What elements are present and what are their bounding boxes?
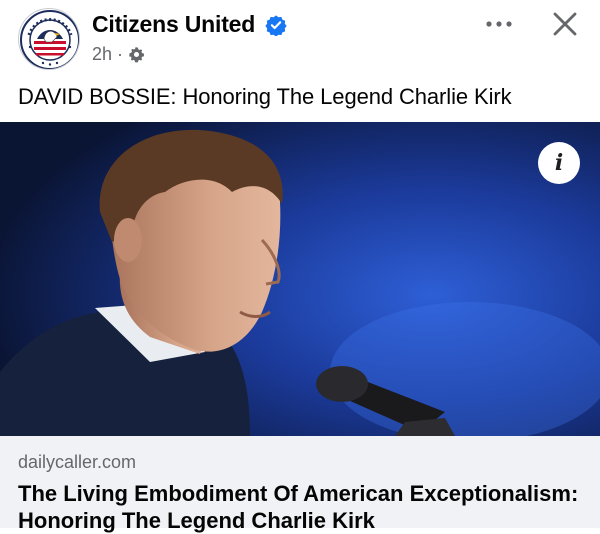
post-header: Citizens United 2h · [0,0,600,80]
page-avatar[interactable] [18,8,80,70]
link-card[interactable]: dailycaller.com The Living Embodiment Of… [0,436,600,533]
post-timestamp[interactable]: 2h [92,44,112,65]
gear-icon[interactable] [128,46,145,63]
verified-badge-icon [265,15,287,36]
link-headline[interactable]: The Living Embodiment Of American Except… [18,480,598,534]
page-name[interactable]: Citizens United [92,11,255,38]
link-domain: dailycaller.com [18,452,137,472]
post-meta: 2h · [92,44,145,65]
more-options-icon[interactable] [484,14,514,34]
speaker-photo [0,122,600,436]
link-preview-image[interactable] [0,122,600,436]
close-icon[interactable] [552,11,578,37]
info-icon[interactable]: i [538,142,580,184]
citizens-united-logo [20,10,79,69]
meta-separator: · [117,44,124,64]
post-text: DAVID BOSSIE: Honoring The Legend Charli… [18,84,512,109]
